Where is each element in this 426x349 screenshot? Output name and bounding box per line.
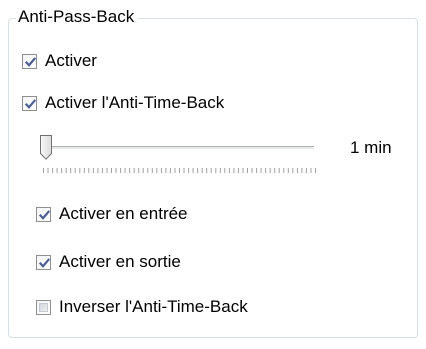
enable-exit-checkbox[interactable] <box>36 254 51 270</box>
enable-exit-label: Activer en sortie <box>59 252 181 271</box>
time-slider-thumb[interactable] <box>40 135 52 160</box>
time-slider-track[interactable] <box>44 146 314 150</box>
checkmark-icon <box>24 56 37 67</box>
enable-entry-label: Activer en entrée <box>59 204 188 223</box>
enable-anti-time-back-label: Activer l'Anti-Time-Back <box>45 93 225 112</box>
enable-exit-row[interactable]: Activer en sortie <box>36 251 181 273</box>
slider-ticks <box>43 168 316 173</box>
slider-value-label: 1 min <box>350 138 392 157</box>
enable-entry-row[interactable]: Activer en entrée <box>36 203 188 225</box>
checkmark-icon <box>38 209 51 220</box>
invert-anti-time-back-row[interactable]: Inverser l'Anti-Time-Back <box>36 296 248 318</box>
enable-entry-checkbox[interactable] <box>36 206 51 222</box>
enable-anti-time-back-row[interactable]: Activer l'Anti-Time-Back <box>22 92 224 114</box>
checkmark-icon <box>38 257 51 268</box>
enable-anti-time-back-checkbox[interactable] <box>22 95 37 111</box>
enable-label: Activer <box>45 51 97 70</box>
checkmark-icon <box>24 98 37 109</box>
enable-checkbox-row[interactable]: Activer <box>22 50 97 72</box>
enable-checkbox[interactable] <box>22 53 37 69</box>
invert-anti-time-back-label: Inverser l'Anti-Time-Back <box>59 297 248 316</box>
groupbox-title: Anti-Pass-Back <box>16 6 139 28</box>
invert-anti-time-back-checkbox[interactable] <box>36 299 51 315</box>
